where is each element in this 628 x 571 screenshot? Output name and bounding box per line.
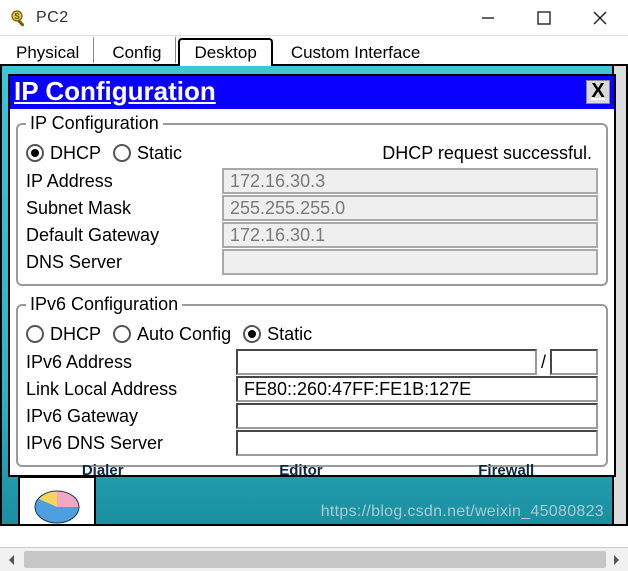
ipv6-address-label: IPv6 Address bbox=[26, 352, 236, 373]
ipv4-group: IP Configuration DHCP Static DHCP reques… bbox=[16, 113, 608, 286]
ipv6-radio-dhcp[interactable]: DHCP bbox=[26, 324, 101, 345]
thumb-label-firewall: Firewall bbox=[478, 462, 534, 479]
tab-config[interactable]: Config bbox=[96, 36, 176, 64]
ipv6-prefix-input[interactable] bbox=[550, 349, 598, 375]
window-title: PC2 bbox=[36, 9, 69, 27]
ipv6-legend: IPv6 Configuration bbox=[26, 294, 182, 315]
ipv6-gateway-input[interactable] bbox=[236, 403, 598, 429]
window-titlebar: S PC2 bbox=[0, 0, 628, 36]
minimize-button[interactable] bbox=[460, 0, 516, 36]
ipv6-radio-static-label: Static bbox=[267, 324, 312, 345]
ipv6-gateway-label: IPv6 Gateway bbox=[26, 406, 236, 427]
ipv6-group: IPv6 Configuration DHCP Auto Config Stat… bbox=[16, 294, 608, 467]
scroll-handle[interactable] bbox=[24, 551, 606, 568]
dialog-title: IP Configuration bbox=[14, 76, 586, 107]
link-local-label: Link Local Address bbox=[26, 379, 236, 400]
radio-icon bbox=[243, 325, 261, 343]
svg-text:S: S bbox=[14, 12, 20, 21]
link-local-input[interactable] bbox=[236, 376, 598, 402]
tab-custom-interface[interactable]: Custom Interface bbox=[275, 36, 435, 64]
scroll-right-button[interactable] bbox=[604, 548, 628, 571]
radio-icon bbox=[26, 325, 44, 343]
close-button[interactable] bbox=[572, 0, 628, 36]
dialog-titlebar: IP Configuration X bbox=[10, 76, 614, 109]
ipv4-radio-dhcp-label: DHCP bbox=[50, 143, 101, 164]
ipv4-radio-static-label: Static bbox=[137, 143, 182, 164]
ip-address-input bbox=[222, 168, 598, 194]
ipv4-radio-static[interactable]: Static bbox=[113, 143, 182, 164]
tab-desktop[interactable]: Desktop bbox=[178, 38, 272, 66]
ipv6-radio-auto-label: Auto Config bbox=[137, 324, 231, 345]
app-icon: S bbox=[8, 8, 28, 28]
scroll-left-button[interactable] bbox=[0, 548, 24, 571]
tab-physical[interactable]: Physical bbox=[0, 36, 94, 64]
thumb-label-editor: Editor bbox=[279, 462, 322, 479]
scroll-track[interactable] bbox=[24, 548, 604, 571]
horizontal-scrollbar[interactable] bbox=[0, 547, 628, 571]
ipv6-dns-label: IPv6 DNS Server bbox=[26, 433, 236, 454]
dns-server-input bbox=[222, 249, 598, 275]
ipv6-dns-input[interactable] bbox=[236, 430, 598, 456]
ipv6-radio-dhcp-label: DHCP bbox=[50, 324, 101, 345]
ipv6-address-input[interactable] bbox=[236, 349, 537, 375]
ipv4-radio-dhcp[interactable]: DHCP bbox=[26, 143, 101, 164]
desktop-app-thumbnail[interactable] bbox=[18, 476, 96, 524]
default-gateway-label: Default Gateway bbox=[26, 225, 222, 246]
subnet-mask-input bbox=[222, 195, 598, 221]
radio-icon bbox=[113, 144, 131, 162]
maximize-button[interactable] bbox=[516, 0, 572, 36]
pie-chart-icon bbox=[31, 481, 83, 524]
ipv4-legend: IP Configuration bbox=[26, 113, 163, 134]
dns-server-label: DNS Server bbox=[26, 252, 222, 273]
dialog-close-button[interactable]: X bbox=[586, 80, 610, 104]
subnet-mask-label: Subnet Mask bbox=[26, 198, 222, 219]
ipv6-prefix-slash: / bbox=[539, 352, 548, 373]
desktop-thumbnail-strip: Dialer Editor Firewall bbox=[4, 462, 612, 524]
desktop-body: IP Configuration X IP Configuration DHCP… bbox=[0, 66, 628, 526]
radio-icon bbox=[113, 325, 131, 343]
dhcp-status-text: DHCP request successful. bbox=[382, 143, 598, 164]
ip-address-label: IP Address bbox=[26, 171, 222, 192]
ip-configuration-dialog: IP Configuration X IP Configuration DHCP… bbox=[8, 74, 616, 477]
radio-icon bbox=[26, 144, 44, 162]
ipv6-radio-static[interactable]: Static bbox=[243, 324, 312, 345]
ipv6-radio-auto[interactable]: Auto Config bbox=[113, 324, 231, 345]
tab-bar: Physical Config Desktop Custom Interface bbox=[0, 36, 628, 66]
default-gateway-input bbox=[222, 222, 598, 248]
